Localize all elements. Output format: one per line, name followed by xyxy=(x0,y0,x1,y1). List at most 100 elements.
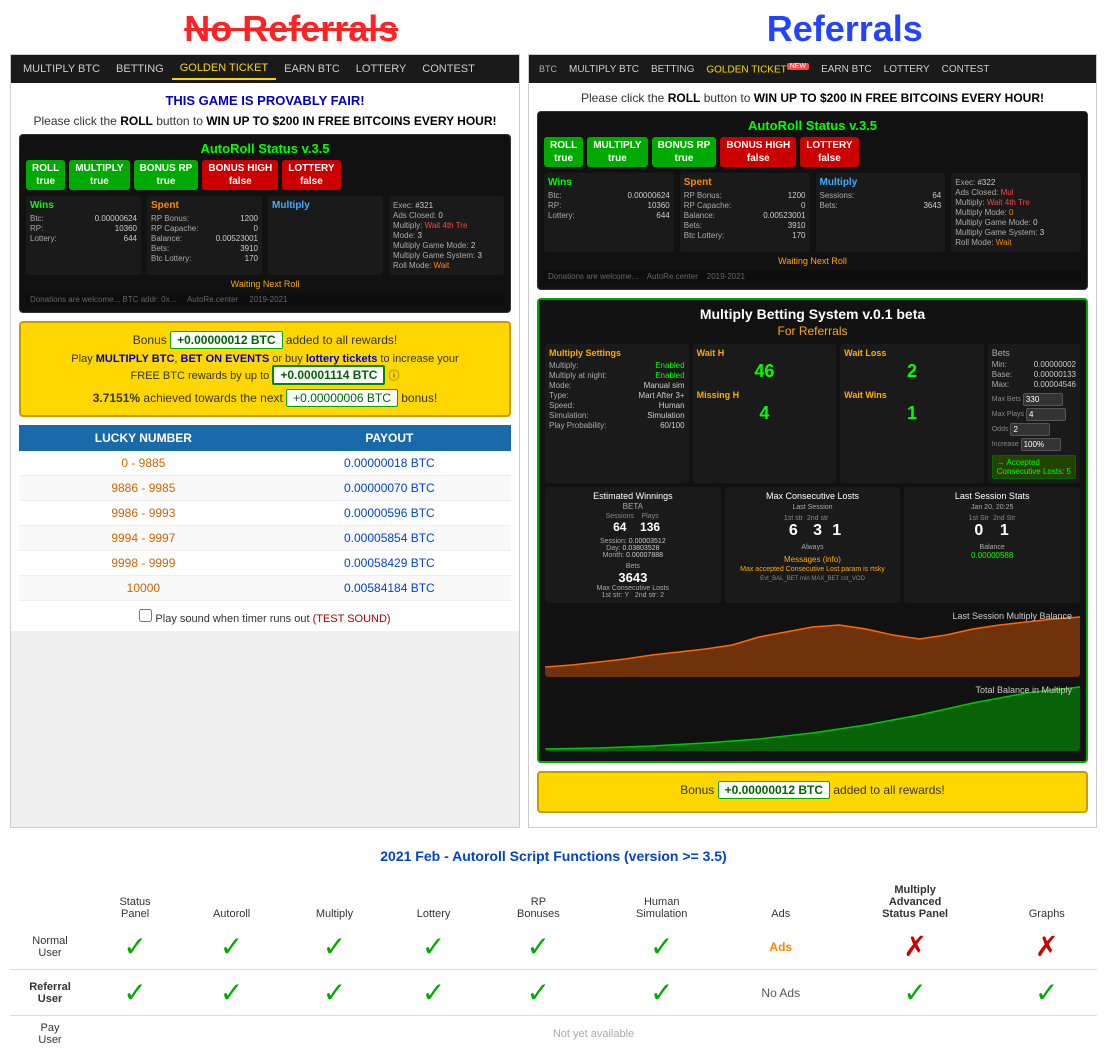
table-row: 9998 - 99990.00058429 BTC xyxy=(19,551,511,576)
r-toggle-bonus-rp[interactable]: BONUS RPtrue xyxy=(652,137,717,167)
max-bets-input[interactable] xyxy=(1023,393,1063,406)
bonus-play-line: Play MULTIPLY BTC, BET ON EVENTS or buy … xyxy=(33,353,497,385)
increase-input[interactable] xyxy=(1021,438,1061,451)
left-panel-content: THIS GAME IS PROVABLY FAIR! Please click… xyxy=(11,83,519,631)
nav-lottery[interactable]: LOTTERY xyxy=(348,59,415,79)
r-exec-col: Exec: #322 Ads Closed: Mul Multiply: Wai… xyxy=(951,173,1081,252)
comparison-table: StatusPanel Autoroll Multiply Lottery RP… xyxy=(10,880,1097,1052)
normal-graphs: ✗ xyxy=(997,924,1097,970)
nav-r-earn[interactable]: EARN BTC xyxy=(815,60,878,79)
last-session-col: Last Session StatsJan 20, 20:25 1st Str … xyxy=(904,487,1080,603)
right-nav-bar: BTC MULTIPLY BTC BETTING GOLDEN TICKETNE… xyxy=(529,55,1096,83)
payout-value: 0.00000596 BTC xyxy=(268,501,511,526)
r-wins-title: Wins xyxy=(548,177,670,188)
normal-status-panel: ✓ xyxy=(90,924,180,970)
lucky-range: 9998 - 9999 xyxy=(19,551,268,576)
r-toggle-roll[interactable]: ROLLtrue xyxy=(544,137,583,167)
payout-value: 0.00005854 BTC xyxy=(268,526,511,551)
lucky-number-table: LUCKY NUMBER PAYOUT 0 - 98850.00000018 B… xyxy=(19,425,511,601)
no-referrals-heading: No Referrals xyxy=(184,8,398,50)
wait-loss-title: Wait Loss xyxy=(844,348,980,358)
col-status-panel: StatusPanel xyxy=(90,880,180,924)
est-title: Estimated WinningsBETA xyxy=(549,491,717,511)
normal-user-label: NormalUser xyxy=(10,924,90,970)
nav-multiply[interactable]: MULTIPLY BTC xyxy=(15,59,108,79)
bets-title: Bets xyxy=(992,348,1076,358)
toggle-multiply[interactable]: MULTIPLYtrue xyxy=(69,160,129,190)
free-btc-amount: +0.00001114 BTC xyxy=(272,365,385,385)
multiply-link[interactable]: MULTIPLY BTC xyxy=(96,353,175,365)
sound-check-label[interactable]: Play sound when timer runs out (TEST SOU… xyxy=(139,613,390,625)
spent-col: Spent RP Bonus:1200 RP Capache:0 Balance… xyxy=(147,196,262,275)
table-row: 0 - 98850.00000018 BTC xyxy=(19,451,511,476)
lucky-range: 10000 xyxy=(19,576,268,601)
r-donation-bar: Donations are welcome... AutoRe.center 2… xyxy=(544,270,1081,283)
bonus-line1: Bonus +0.00000012 BTC added to all rewar… xyxy=(33,331,497,349)
spent-title: Spent xyxy=(151,200,258,211)
nav-contest[interactable]: CONTEST xyxy=(414,59,483,79)
sound-checkbox[interactable] xyxy=(139,609,152,622)
nav-earn[interactable]: EARN BTC xyxy=(276,59,348,79)
screenshots-row: MULTIPLY BTC BETTING GOLDEN TICKET EARN … xyxy=(0,54,1107,828)
bet-link[interactable]: BET ON EVENTS xyxy=(181,353,270,365)
col-human-sim: HumanSimulation xyxy=(596,880,728,924)
toggle-bonus-high[interactable]: BONUS HIGHfalse xyxy=(202,160,278,190)
nav-r-multiply[interactable]: MULTIPLY BTC xyxy=(563,60,645,79)
nav-r-btc[interactable]: BTC xyxy=(533,60,563,78)
referral-graphs: ✓ xyxy=(997,970,1097,1016)
table-row: 9886 - 99850.00000070 BTC xyxy=(19,476,511,501)
test-sound-link[interactable]: (TEST SOUND) xyxy=(313,613,391,625)
status-grid: Wins Btc:0.00000624 RP:10360 Lottery:644… xyxy=(26,196,504,275)
r-waiting-msg: Waiting Next Roll xyxy=(544,256,1081,266)
not-available-label: Not yet available xyxy=(90,1016,1097,1053)
multiply-betting-subtitle: For Referrals xyxy=(545,324,1080,338)
nav-r-lottery[interactable]: LOTTERY xyxy=(878,60,936,79)
referral-multiply: ✓ xyxy=(283,970,386,1016)
multiply-title: Multiply xyxy=(272,200,379,211)
toggle-roll[interactable]: ROLLtrue xyxy=(26,160,65,190)
nav-betting[interactable]: BETTING xyxy=(108,59,172,79)
toggle-lottery[interactable]: LOTTERYfalse xyxy=(282,160,340,190)
roll-message: Please click the ROLL button to WIN UP T… xyxy=(19,112,511,134)
wait-h-title: Wait H xyxy=(697,348,833,358)
odds-input[interactable] xyxy=(1010,423,1050,436)
toggle-row: ROLLtrue MULTIPLYtrue BONUS RPtrue BONUS… xyxy=(26,160,504,190)
mult-waitloss-col: Wait Loss 2 Wait Wins 1 xyxy=(840,344,984,483)
multiply-betting-title: Multiply Betting System v.0.1 beta xyxy=(545,306,1080,322)
lottery-link[interactable]: lottery tickets xyxy=(306,353,378,365)
r-toggle-lottery[interactable]: LOTTERYfalse xyxy=(800,137,858,167)
wins-col: Wins Btc:0.00000624 RP:10360 Lottery:644 xyxy=(26,196,141,275)
max-consecutive-col: Max Consecutive LostsLast Session 1st st… xyxy=(725,487,901,603)
r-wins-col: Wins Btc:0.00000624 RP:10360 Lottery:644 xyxy=(544,173,674,252)
waiting-msg: Waiting Next Roll xyxy=(26,279,504,289)
sound-check: Play sound when timer runs out (TEST SOU… xyxy=(19,609,511,625)
last-session-chart-label: Last Session Multiply Balance xyxy=(952,611,1072,621)
last-session-chart: Last Session Multiply Balance xyxy=(545,607,1080,677)
nav-golden-ticket[interactable]: GOLDEN TICKET xyxy=(172,58,276,80)
normal-multiply-advanced: ✗ xyxy=(834,924,997,970)
mult-wait-col: Wait H 46 Missing H 4 xyxy=(693,344,837,483)
bonus-box: Bonus +0.00000012 BTC added to all rewar… xyxy=(19,321,511,417)
col-multiply: Multiply xyxy=(283,880,386,924)
nav-r-betting[interactable]: BETTING xyxy=(645,60,700,79)
referrals-panel: BTC MULTIPLY BTC BETTING GOLDEN TICKETNE… xyxy=(528,54,1097,828)
right-panel-content: Please click the ROLL button to WIN UP T… xyxy=(529,83,1096,827)
r-multiply-title: Multiply xyxy=(820,177,942,188)
normal-human-sim: ✓ xyxy=(596,924,728,970)
r-multiply-col: Multiply Sessions:64 Bets:3643 xyxy=(816,173,946,252)
r-toggle-multiply[interactable]: MULTIPLYtrue xyxy=(587,137,647,167)
col-ads: Ads xyxy=(728,880,834,924)
nav-r-contest[interactable]: CONTEST xyxy=(936,60,996,79)
r-toggle-bonus-high[interactable]: BONUS HIGHfalse xyxy=(720,137,796,167)
accepted-btn[interactable]: → AcceptedConsecutive Losts: 5 xyxy=(992,455,1076,479)
nav-r-golden[interactable]: GOLDEN TICKETNEW xyxy=(700,59,815,79)
mult-bets-col: Bets Min:0.00000002 Base:0.00000133 Max:… xyxy=(988,344,1080,483)
max-plays-input[interactable] xyxy=(1026,408,1066,421)
mult-controls-row2: Estimated WinningsBETA Sessions 64 Plays… xyxy=(545,487,1080,603)
toggle-bonus-rp[interactable]: BONUS RPtrue xyxy=(134,160,199,190)
total-balance-chart-label: Total Balance in Multiply xyxy=(975,685,1072,695)
missing-h-title: Missing H xyxy=(697,390,833,400)
missing-h-val: 4 xyxy=(697,403,833,424)
r-spent-title: Spent xyxy=(684,177,806,188)
right-status-grid: Wins Btc:0.00000624 RP:10360 Lottery:644… xyxy=(544,173,1081,252)
